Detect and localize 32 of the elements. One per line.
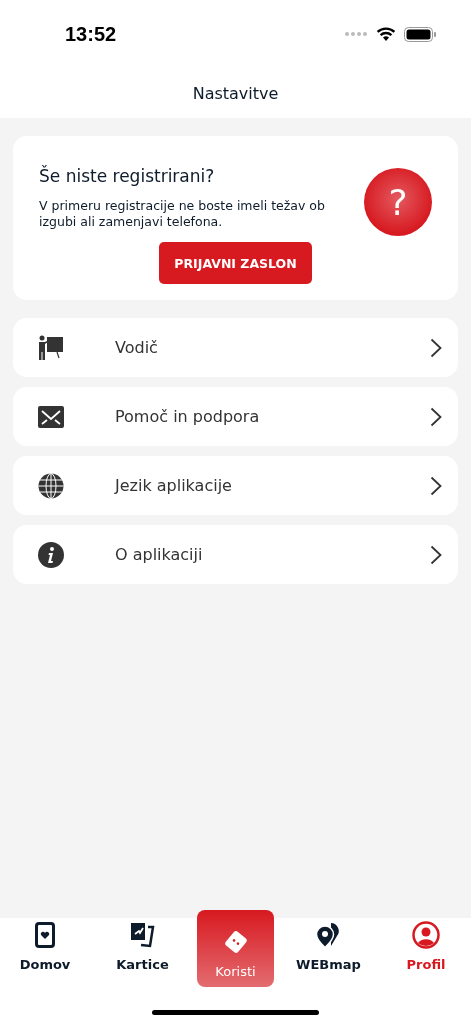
menu-item[interactable]: Pomoč in podpora [13,387,458,446]
question-badge: ? [364,168,432,236]
card-title: Še niste registrirani? [39,166,216,186]
login-button[interactable]: PRIJAVNI ZASLON [159,242,312,284]
tab[interactable]: Koristi [197,910,274,987]
card-text: V primeru registracije ne boste imeli težav ob izgubi ali zamenjavi telefona. [39,198,326,230]
signal-icon [344,31,368,37]
chevron-icon [430,544,442,565]
tab[interactable]: Kartice [99,910,186,980]
menu-label: O aplikaciji [115,545,204,564]
tab[interactable]: Domov [2,910,88,980]
chevron-icon [430,406,442,427]
menu-item[interactable]: O aplikaciji [13,525,458,584]
globe-icon [38,472,64,499]
menu-label: Vodič [115,338,159,357]
menu-item[interactable]: Vodič [13,318,458,377]
wifi-icon [376,26,396,42]
chevron-icon [430,337,442,358]
menu-label: Jezik aplikacije [115,476,233,495]
envelope-icon [38,405,64,428]
chevron-icon [430,475,442,496]
info-icon [38,541,64,568]
clock: 13:52 [65,22,117,46]
presenter-icon [38,334,64,361]
menu-label: Pomoč in podpora [115,407,261,426]
tab[interactable]: WEBmap [285,910,372,980]
tab[interactable]: Profil [383,910,469,980]
screen-title: Nastavitve [192,83,279,103]
battery-icon [404,26,437,42]
menu-item[interactable]: Jezik aplikacije [13,456,458,515]
profile-icon [412,921,440,949]
cards-icon [129,922,156,948]
